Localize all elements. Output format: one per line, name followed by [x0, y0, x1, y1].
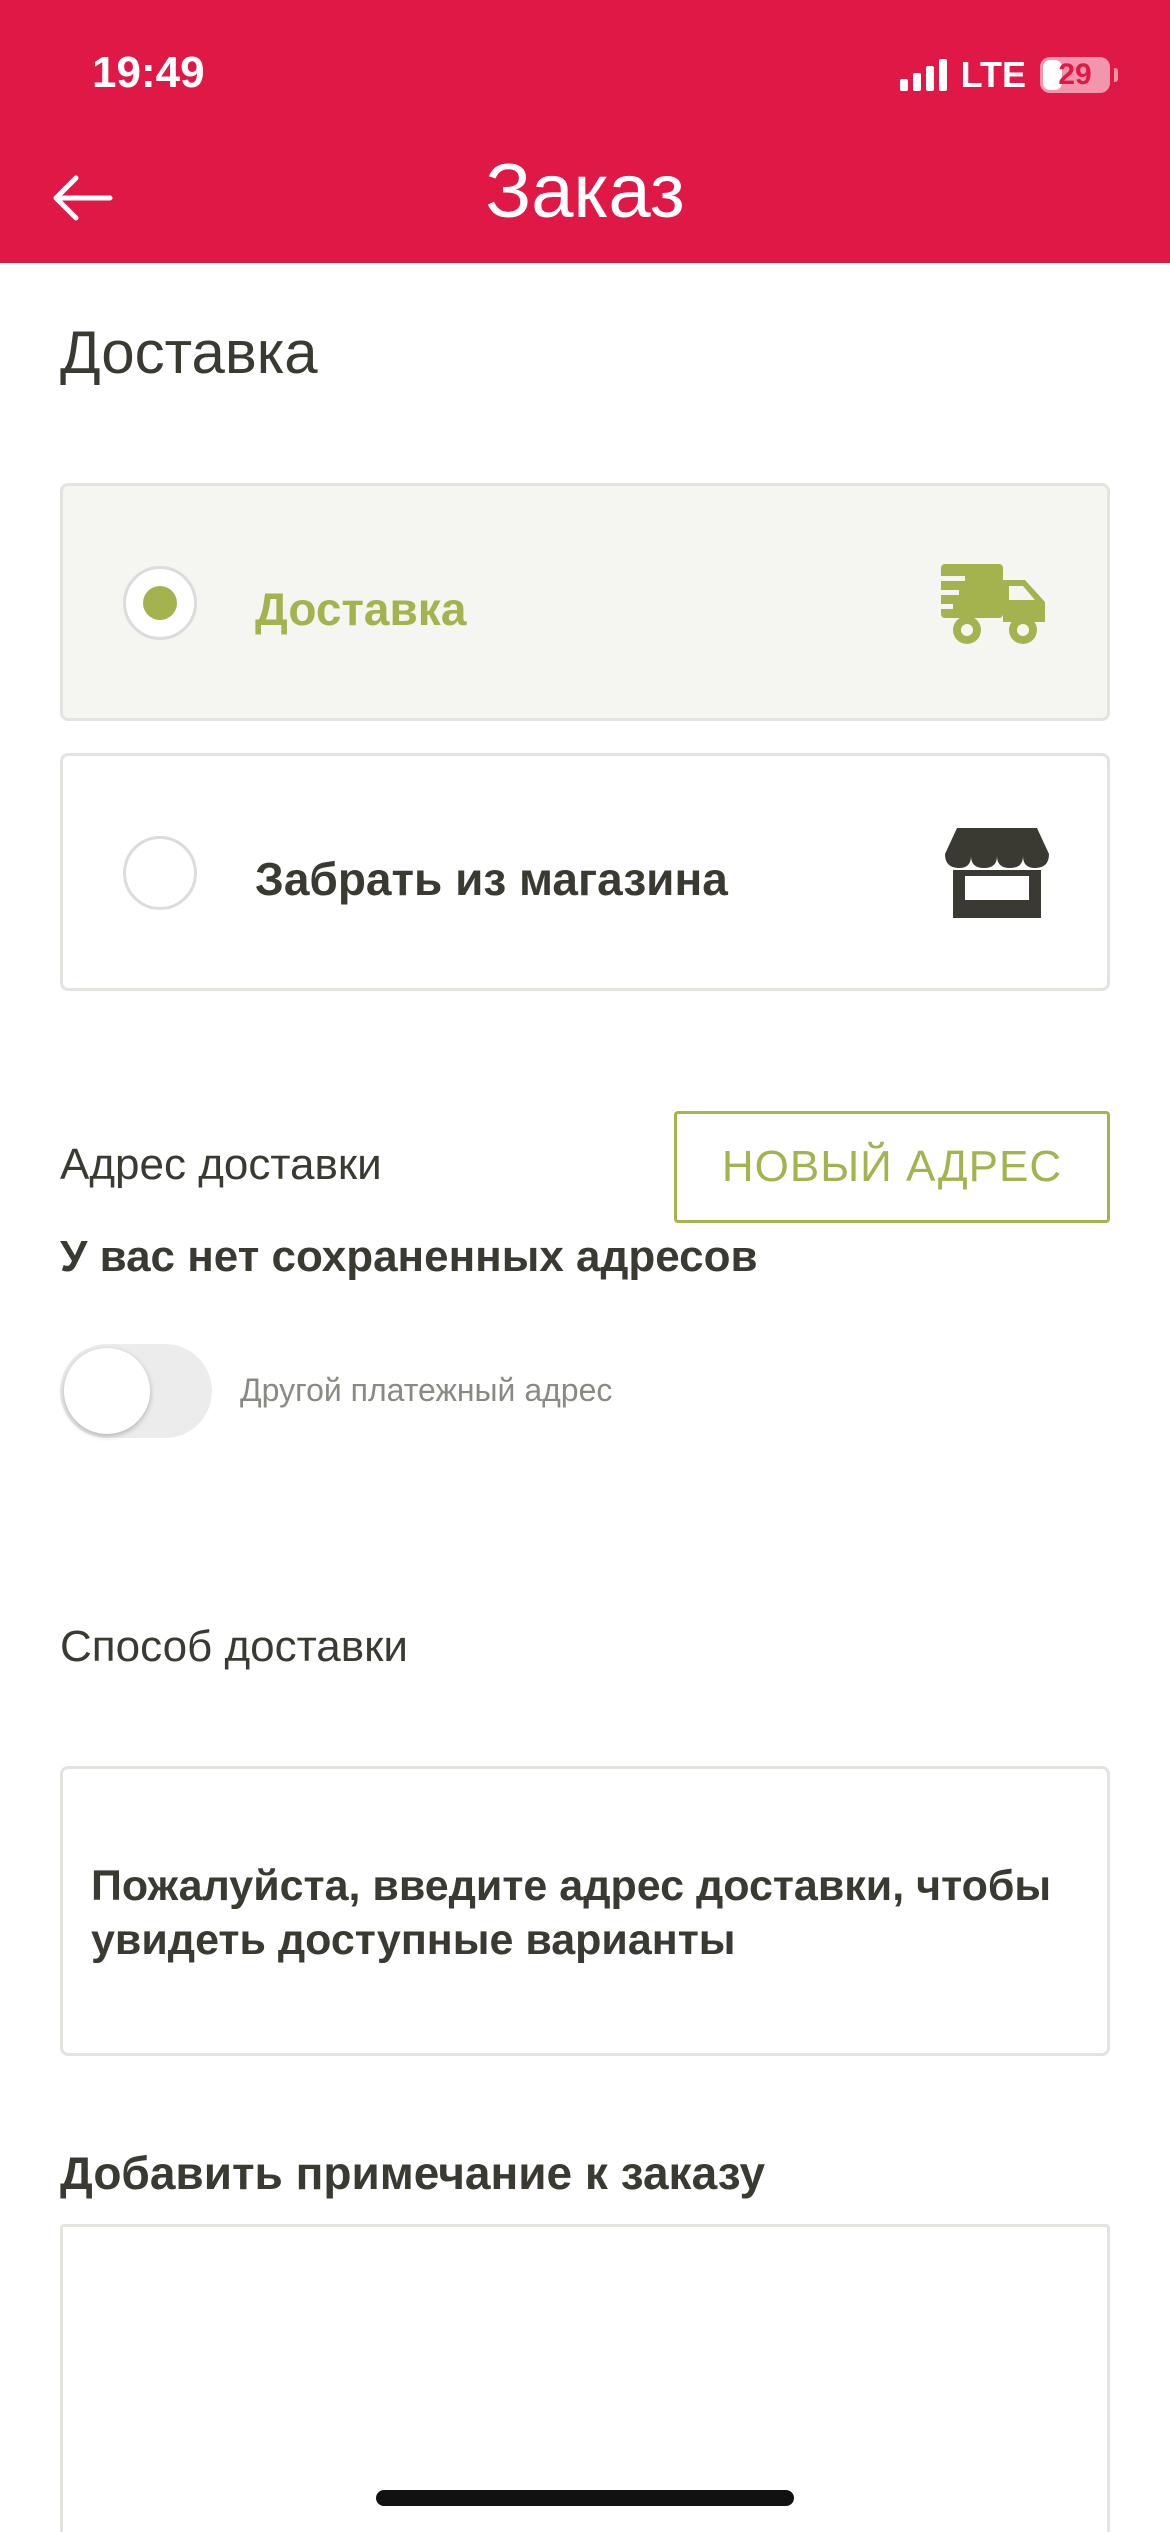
delivery-option-pickup[interactable]: Забрать из магазина	[60, 753, 1110, 991]
signal-icon	[899, 59, 947, 91]
other-billing-address-label: Другой платежный адрес	[240, 1372, 613, 1408]
battery-tip	[1114, 68, 1118, 82]
order-note-label: Добавить примечание к заказу	[60, 2147, 766, 2199]
shipping-method-label: Способ доставки	[60, 1622, 408, 1671]
delivery-address-label: Адрес доставки	[60, 1140, 382, 1189]
delivery-option-label: Доставка	[255, 583, 467, 635]
status-time: 19:49	[92, 48, 205, 97]
home-indicator[interactable]	[376, 2490, 794, 2506]
store-icon	[943, 826, 1051, 925]
toggle-knob	[64, 1348, 150, 1434]
delivery-section-title: Доставка	[60, 319, 318, 386]
app-header: 19:49 LTE 29 Заказ	[0, 0, 1170, 263]
battery-icon: 29	[1040, 57, 1110, 93]
pickup-option-label: Забрать из магазина	[255, 853, 728, 905]
radio-button-selected[interactable]	[123, 566, 197, 640]
delivery-option-delivery[interactable]: Доставка	[60, 483, 1110, 721]
shipping-method-box: Пожалуйста, введите адрес доставки, чтоб…	[60, 1766, 1110, 2056]
new-address-button[interactable]: НОВЫЙ АДРЕС	[674, 1111, 1110, 1223]
battery-level: 29	[1058, 58, 1092, 91]
truck-icon	[935, 556, 1051, 655]
other-billing-address-toggle[interactable]	[60, 1344, 212, 1438]
shipping-method-message: Пожалуйста, введите адрес доставки, чтоб…	[91, 1862, 1052, 1964]
page-title: Заказ	[485, 149, 685, 234]
order-note-textarea[interactable]	[60, 2224, 1110, 2532]
status-indicators: LTE 29	[899, 50, 1118, 100]
network-type: LTE	[960, 54, 1026, 95]
radio-button[interactable]	[123, 836, 197, 910]
radio-dot	[143, 586, 177, 620]
no-saved-addresses-text: У вас нет сохраненных адресов	[60, 1232, 758, 1281]
